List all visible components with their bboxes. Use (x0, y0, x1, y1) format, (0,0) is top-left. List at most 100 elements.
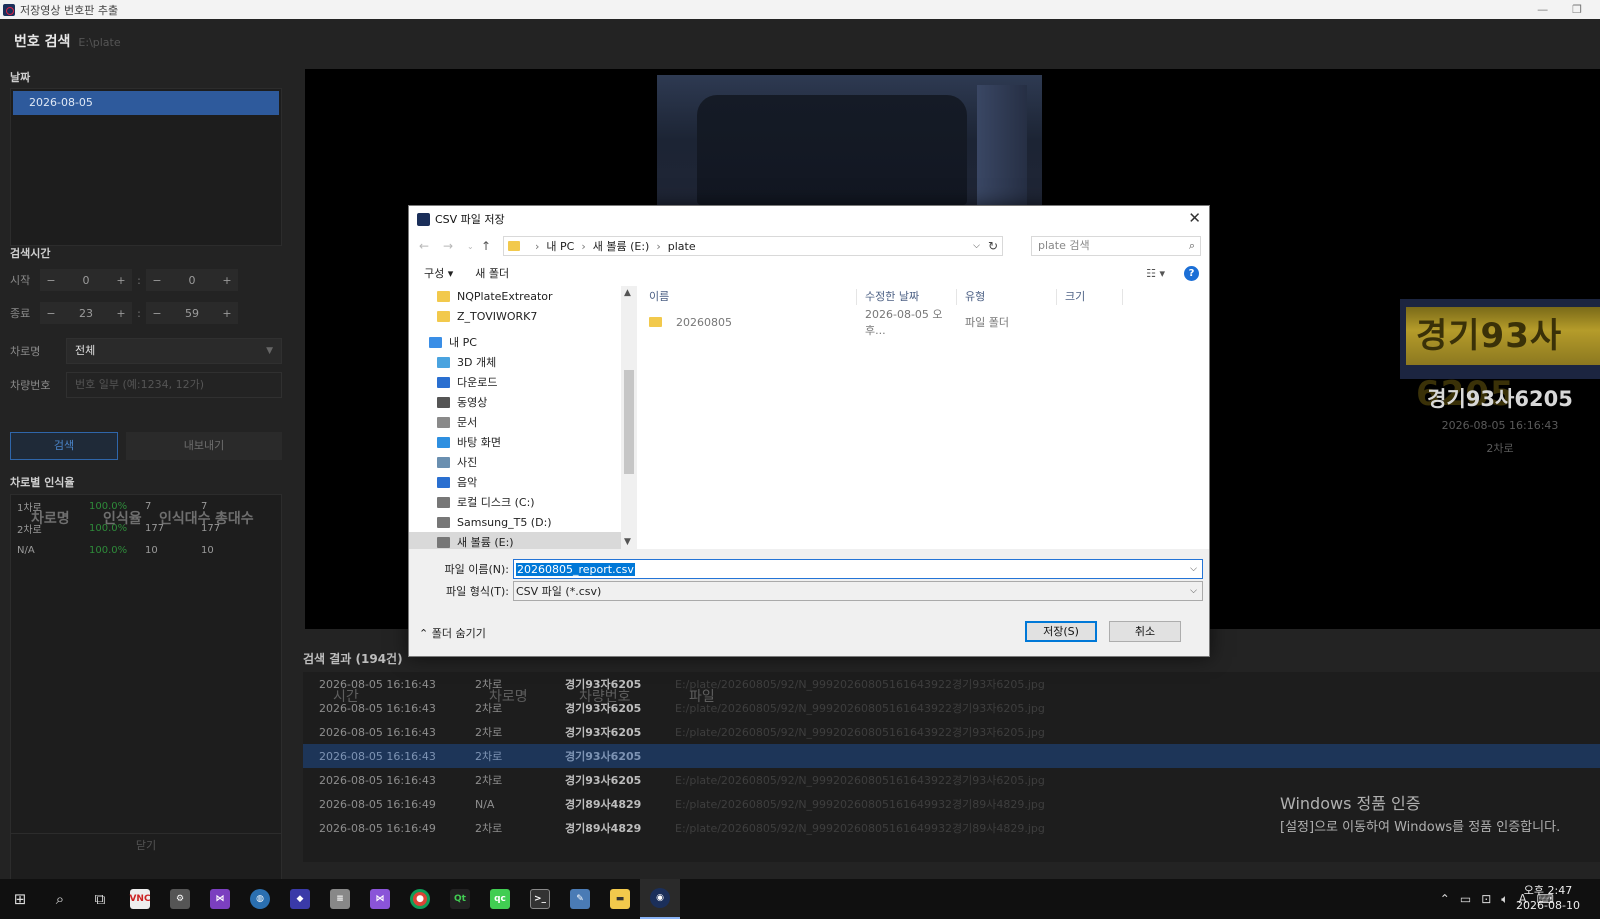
recognized-plate: 경기93사6205 (1427, 387, 1573, 411)
chevron-down-icon[interactable]: ⌄ (467, 242, 475, 251)
column-header-name[interactable]: 이름 (641, 289, 857, 305)
chevron-down-icon[interactable]: ⌵ (1190, 586, 1197, 596)
hide-folders-toggle[interactable]: ⌃ 폴더 숨기기 (419, 625, 486, 641)
colon: : (137, 273, 141, 287)
scrollbar-thumb[interactable] (624, 370, 634, 474)
plate-cell: 경기93사6205 (565, 750, 642, 763)
minus-button[interactable]: − (146, 274, 168, 287)
qc-icon[interactable]: qc (480, 879, 520, 919)
chevron-down-icon[interactable]: ⌵ (973, 241, 980, 251)
plate-app-icon[interactable]: ◉ (640, 879, 680, 919)
start-min-value[interactable]: 0 (168, 274, 216, 287)
column-header-modified[interactable]: 수정한 날짜 (857, 289, 957, 305)
tree-item[interactable]: 음악 (409, 472, 636, 492)
restore-button[interactable]: ❐ (1572, 3, 1582, 16)
lane-select[interactable]: 전체 ▼ (66, 338, 282, 364)
chevron-up-icon[interactable]: ⌃ (1440, 892, 1450, 906)
tree-item[interactable]: 동영상 (409, 392, 636, 412)
terminal-icon[interactable]: >_ (520, 879, 560, 919)
chrome-icon[interactable]: ● (400, 879, 440, 919)
visual-studio-icon[interactable]: ⋈ (200, 879, 240, 919)
minus-button[interactable]: − (40, 307, 62, 320)
minimize-button[interactable]: — (1537, 3, 1548, 16)
minus-button[interactable]: − (146, 307, 168, 320)
breadcrumb-item[interactable]: 내 PC (546, 238, 574, 254)
tree-item[interactable]: 바탕 화면 (409, 432, 636, 452)
file-explorer-icon[interactable]: ▬ (600, 879, 640, 919)
search-icon[interactable]: ⌕ (40, 879, 80, 919)
tree-item[interactable]: 로컬 디스크 (C:) (409, 492, 636, 512)
tree-item[interactable]: 문서 (409, 412, 636, 432)
breadcrumb-item[interactable]: plate (668, 240, 696, 253)
save-button[interactable]: 저장(S) (1025, 621, 1097, 642)
start-hour-stepper[interactable]: − 0 + (40, 269, 132, 291)
scroll-up-icon[interactable]: ▲ (624, 288, 631, 298)
tool-icon[interactable]: ⚙ (160, 879, 200, 919)
plus-button[interactable]: + (216, 274, 238, 287)
plus-button[interactable]: + (110, 274, 132, 287)
forward-arrow-icon[interactable]: → (443, 239, 457, 253)
table-row[interactable]: 2026-08-05 16:16:43 2차로 경기93사6205 (303, 744, 1600, 768)
tree-item[interactable]: Z_TOVIWORK7 (409, 306, 636, 326)
breadcrumb-item[interactable]: 새 볼륨 (E:) (593, 238, 650, 254)
start-min-stepper[interactable]: − 0 + (146, 269, 238, 291)
paint-icon[interactable]: ✎ (560, 879, 600, 919)
lane-cell: 2차로 (475, 726, 503, 739)
globe-icon[interactable]: ◍ (240, 879, 280, 919)
qt-icon[interactable]: Qt (440, 879, 480, 919)
tree-item[interactable]: 3D 개체 (409, 352, 636, 372)
network-icon[interactable]: ⊡ (1481, 892, 1491, 906)
windows-start-icon[interactable]: ⊞ (0, 879, 40, 919)
plate-input[interactable]: 번호 일부 (예:1234, 12가) (66, 372, 282, 398)
scroll-down-icon[interactable]: ▼ (624, 537, 631, 547)
address-bar-row: ← → ⌄ ↑ › 내 PC › 새 볼륨 (E:) › plate ⌵ ↻ p… (409, 232, 1209, 260)
start-hour-value[interactable]: 0 (62, 274, 110, 287)
tree-scrollbar[interactable]: ▲ ▼ (621, 286, 637, 549)
app-icon[interactable]: ◆ (280, 879, 320, 919)
address-bar[interactable]: › 내 PC › 새 볼륨 (E:) › plate ⌵ ↻ (503, 236, 1003, 256)
new-folder-button[interactable]: 새 폴더 (475, 265, 509, 281)
vnc-icon[interactable]: VNC (120, 879, 160, 919)
plus-button[interactable]: + (216, 307, 238, 320)
column-header-size[interactable]: 크기 (1057, 289, 1123, 305)
cancel-button[interactable]: 취소 (1109, 621, 1181, 642)
close-button[interactable]: 닫기 (10, 833, 282, 857)
visual-studio-code-icon[interactable]: ⋈ (360, 879, 400, 919)
view-options-icon[interactable]: ☷ ▾ (1146, 267, 1165, 280)
plus-button[interactable]: + (110, 307, 132, 320)
up-arrow-icon[interactable]: ↑ (481, 239, 495, 253)
end-hour-value[interactable]: 23 (62, 307, 110, 320)
table-row[interactable]: 2026-08-05 16:16:43 2차로 경기93사6205 E:/plate/… (303, 768, 1600, 792)
date-item[interactable]: 2026-08-05 (13, 91, 279, 115)
organize-button[interactable]: 구성 ▾ (424, 265, 453, 281)
filetype-select[interactable]: CSV 파일 (*.csv) ⌵ (513, 581, 1203, 601)
search-button[interactable]: 검색 (10, 432, 118, 460)
tree-item[interactable]: 내 PC (409, 332, 636, 352)
minus-button[interactable]: − (40, 274, 62, 287)
chevron-down-icon[interactable]: ⌵ (1190, 564, 1197, 574)
tree-item[interactable]: 다운로드 (409, 372, 636, 392)
battery-icon[interactable]: ▭ (1460, 892, 1471, 906)
file-row[interactable]: 20260805 2026-08-05 오후... 파일 폴더 (641, 308, 1209, 337)
tree-item[interactable]: Samsung_T5 (D:) (409, 512, 636, 532)
clock[interactable]: 오후 2:47 2026-08-10 (1508, 883, 1588, 913)
tree-item[interactable]: 사진 (409, 452, 636, 472)
filename-input[interactable]: 20260805_report.csv ⌵ (513, 559, 1203, 579)
folder-search-input[interactable]: plate 검색 ⌕ (1031, 236, 1201, 256)
end-min-stepper[interactable]: − 59 + (146, 302, 238, 324)
tree-item[interactable]: NQPlateExtreator (409, 286, 636, 306)
end-hour-stepper[interactable]: − 23 + (40, 302, 132, 324)
refresh-icon[interactable]: ↻ (988, 239, 998, 253)
tree-item[interactable]: 새 볼륨 (E:) (409, 532, 636, 549)
export-button[interactable]: 내보내기 (126, 432, 282, 460)
table-row[interactable]: 2026-08-05 16:16:43 2차로 경기93자6205 E:/plate/… (303, 720, 1600, 744)
close-icon[interactable]: ✕ (1188, 209, 1201, 227)
end-min-value[interactable]: 59 (168, 307, 216, 320)
back-arrow-icon[interactable]: ← (419, 239, 433, 253)
column-header: 차로명 (489, 689, 528, 705)
database-icon[interactable]: ≡ (320, 879, 360, 919)
help-icon[interactable]: ? (1184, 265, 1199, 281)
task-view-icon[interactable]: ⧉ (80, 879, 120, 919)
column-header-type[interactable]: 유형 (957, 289, 1057, 305)
table-row[interactable]: N/A 100.0% 10 10 (11, 539, 281, 561)
